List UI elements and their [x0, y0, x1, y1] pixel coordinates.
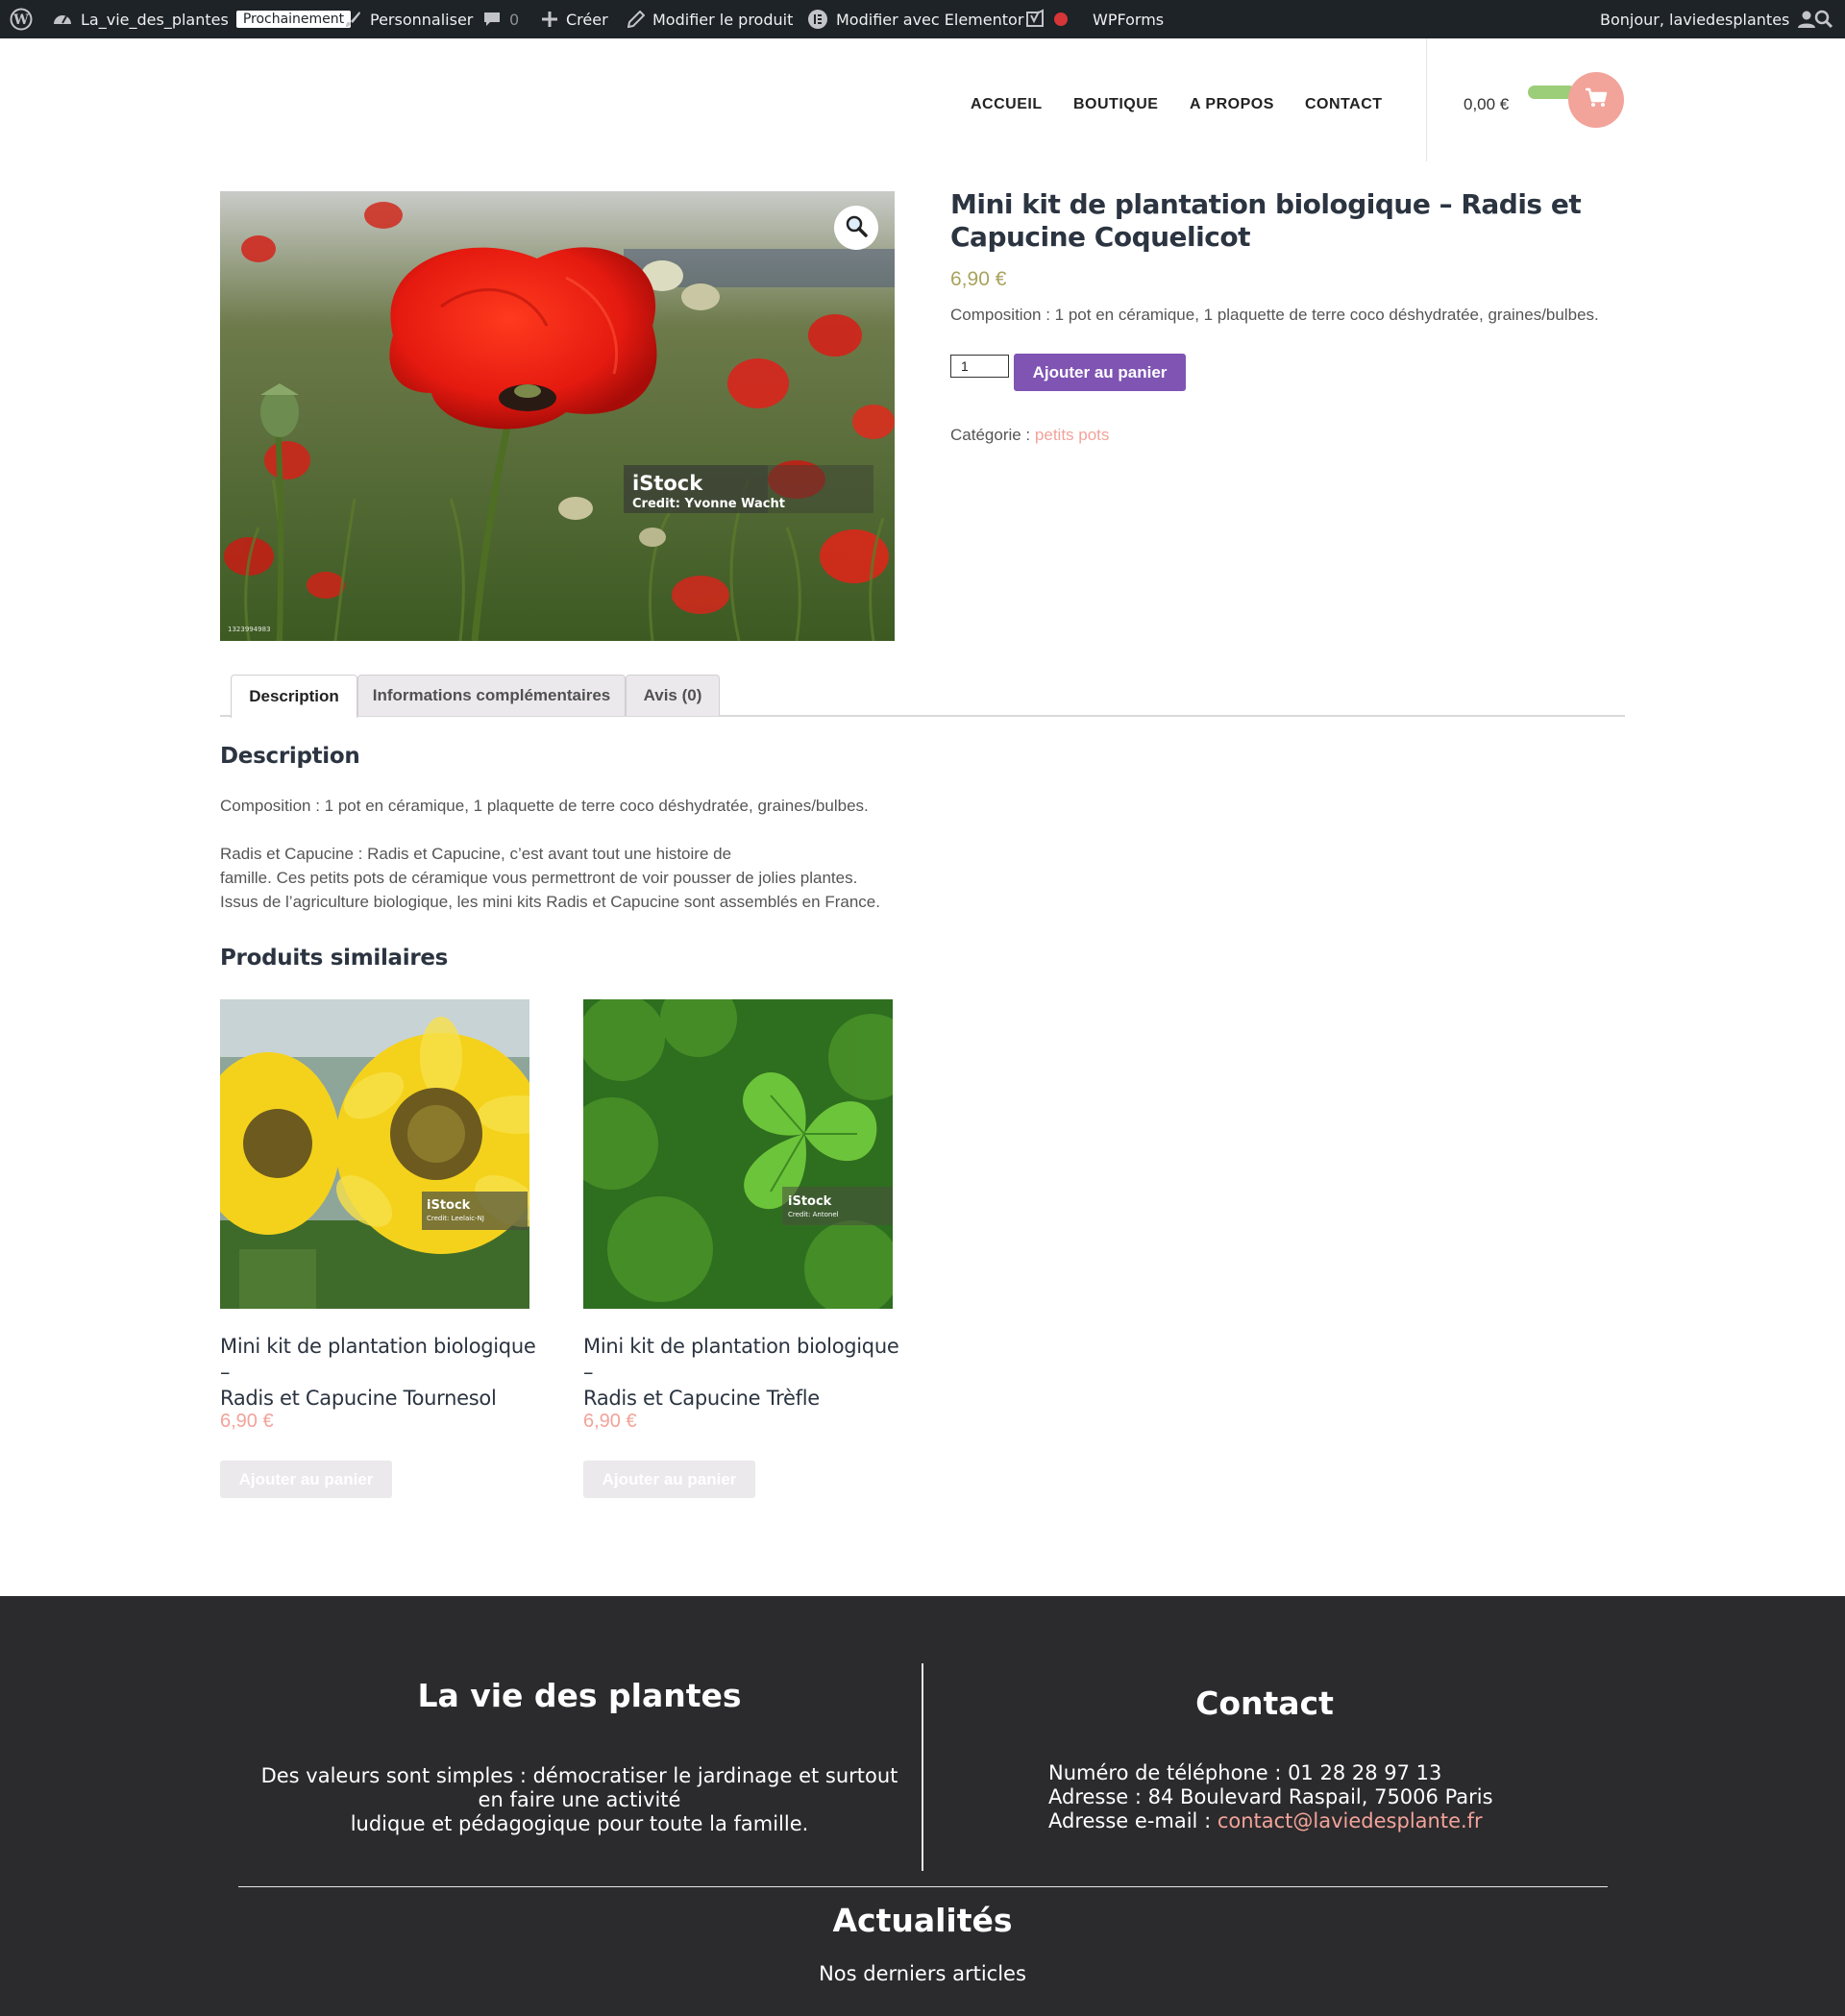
dashboard-icon [52, 10, 73, 29]
pencil-icon [627, 11, 645, 28]
footer-contact-info: Numéro de téléphone : 01 28 28 97 13 Adr… [1048, 1761, 1644, 1833]
wpforms-label: WPForms [1093, 10, 1165, 29]
related-title-2-line2: Radis et Capucine Trèfle [583, 1387, 820, 1410]
description-line1: Radis et Capucine : Radis et Capucine, c… [220, 845, 732, 863]
related-add-to-cart-1[interactable]: Ajouter au panier [220, 1461, 392, 1498]
footer-email-link[interactable]: contact@laviedesplante.fr [1218, 1809, 1483, 1832]
coming-soon-badge: Prochainement [235, 11, 352, 28]
footer-address: Adresse : 84 Boulevard Raspail, 75006 Pa… [1048, 1785, 1493, 1808]
cart-total[interactable]: 0,00 € [1464, 95, 1509, 114]
footer-about-line2: en faire une activité [478, 1788, 681, 1811]
related-credit-1: Credit: Leelaic-NJ [427, 1215, 484, 1222]
description-line3: Issus de l’agriculture biologique, les m… [220, 893, 880, 911]
image-watermark: iStock [632, 472, 703, 495]
footer-vertical-divider [922, 1663, 923, 1871]
related-title-1-line1: Mini kit de plantation biologique – [220, 1335, 536, 1384]
site-name: La_vie_des_plantes [81, 10, 229, 29]
quantity-input[interactable]: 1 [950, 355, 1009, 378]
related-watermark-1: iStock [427, 1198, 471, 1213]
comments-count: 0 [509, 10, 520, 29]
description-heading: Description [220, 744, 360, 769]
cart-icon [1585, 87, 1608, 113]
wordpress-icon: W [10, 8, 33, 31]
elementor-icon [807, 9, 828, 30]
tab-reviews[interactable]: Avis (0) [626, 675, 720, 716]
site-footer: La vie des plantes Des valeurs sont simp… [0, 1596, 1845, 2016]
related-heading: Produits similaires [220, 946, 449, 971]
customize-label: Personnaliser [370, 10, 474, 29]
edit-elementor-link[interactable]: Modifier avec Elementor [807, 0, 1023, 38]
seo-status-dot [1054, 12, 1068, 26]
site-name-link[interactable]: La_vie_des_plantes Prochainement [52, 0, 352, 38]
footer-about-text: Des valeurs sont simples : démocratiser … [240, 1764, 919, 1836]
footer-news-subtitle: Nos derniers articles [819, 1962, 1026, 1985]
product-price: 6,90 € [950, 268, 1007, 290]
product-image[interactable]: iStock Credit: Yvonne Wacht 1323994983 [220, 191, 895, 641]
related-price-1: 6,90 € [220, 1411, 274, 1432]
image-id: 1323994983 [228, 626, 271, 633]
edit-product-label: Modifier le produit [652, 10, 794, 29]
related-title-2-line1: Mini kit de plantation biologique – [583, 1335, 899, 1384]
related-image-sunflower[interactable]: iStock Credit: Leelaic-NJ [220, 999, 529, 1309]
image-credit: Credit: Yvonne Wacht [632, 497, 785, 511]
account-menu[interactable]: Bonjour, laviedesplantes [1600, 0, 1816, 38]
product-category: Catégorie : petits pots [950, 426, 1109, 445]
create-label: Créer [566, 10, 608, 29]
footer-email-row: Adresse e-mail : contact@laviedesplante.… [1048, 1809, 1644, 1833]
plus-icon [541, 11, 558, 28]
comments-link[interactable]: 0 [482, 0, 519, 38]
footer-news-title: Actualités [832, 1902, 1013, 1939]
related-price-2: 6,90 € [583, 1411, 637, 1432]
edit-product-link[interactable]: Modifier le produit [627, 0, 793, 38]
related-title-1[interactable]: Mini kit de plantation biologique – Radi… [220, 1334, 537, 1412]
footer-about-title: La vie des plantes [417, 1677, 742, 1714]
product-short-description: Composition : 1 pot en céramique, 1 plaq… [950, 306, 1599, 324]
related-watermark-2: iStock [788, 1194, 832, 1209]
seo-menu[interactable] [1025, 0, 1068, 38]
related-title-2[interactable]: Mini kit de plantation biologique – Radi… [583, 1334, 900, 1412]
category-link[interactable]: petits pots [1035, 426, 1110, 444]
tab-description[interactable]: Description [231, 675, 357, 718]
cart-button[interactable] [1568, 72, 1624, 128]
footer-about-line3: ludique et pédagogique pour toute la fam… [350, 1812, 809, 1835]
footer-contact-title: Contact [1195, 1684, 1334, 1722]
related-image-clover[interactable]: iStock Credit: Antonel [583, 999, 893, 1309]
brush-icon [343, 10, 362, 29]
add-to-cart-button[interactable]: Ajouter au panier [1014, 354, 1186, 391]
product-title: Mini kit de plantation biologique – Radi… [950, 188, 1582, 253]
admin-bar: W La_vie_des_plantes Prochainement Perso… [0, 0, 1845, 38]
admin-search[interactable] [1814, 0, 1833, 38]
zoom-icon [845, 214, 868, 242]
comment-icon [482, 11, 502, 28]
nav-item-a-propos[interactable]: A PROPOS [1190, 96, 1274, 113]
create-link[interactable]: Créer [541, 0, 608, 38]
wpforms-link[interactable]: WPForms [1093, 0, 1164, 38]
zoom-button[interactable] [834, 206, 878, 250]
related-credit-2: Credit: Antonel [788, 1211, 839, 1218]
description-para1: Composition : 1 pot en céramique, 1 plaq… [220, 797, 869, 815]
wordpress-menu[interactable]: W [10, 0, 33, 38]
footer-horizontal-divider [238, 1886, 1608, 1887]
category-label: Catégorie : [950, 426, 1031, 444]
related-title-1-line2: Radis et Capucine Tournesol [220, 1387, 497, 1410]
edit-elementor-label: Modifier avec Elementor [836, 10, 1024, 29]
svg-text:W: W [12, 12, 29, 28]
footer-email-label: Adresse e-mail : [1048, 1809, 1218, 1832]
nav-item-contact[interactable]: CONTACT [1305, 96, 1383, 113]
nav-item-accueil[interactable]: ACCUEIL [971, 96, 1043, 113]
search-icon [1814, 10, 1833, 29]
yoast-icon [1025, 9, 1046, 30]
footer-phone: Numéro de téléphone : 01 28 28 97 13 [1048, 1761, 1442, 1784]
customize-link[interactable]: Personnaliser [343, 0, 473, 38]
related-add-to-cart-2[interactable]: Ajouter au panier [583, 1461, 755, 1498]
nav-item-boutique[interactable]: BOUTIQUE [1073, 96, 1158, 113]
greeting-label: Bonjour, laviedesplantes [1600, 10, 1790, 29]
footer-about-line1: Des valeurs sont simples : démocratiser … [260, 1764, 898, 1787]
header-divider [1426, 38, 1427, 161]
tab-additional-info[interactable]: Informations complémentaires [357, 675, 626, 716]
description-line2: famille. Ces petits pots de céramique vo… [220, 869, 858, 887]
